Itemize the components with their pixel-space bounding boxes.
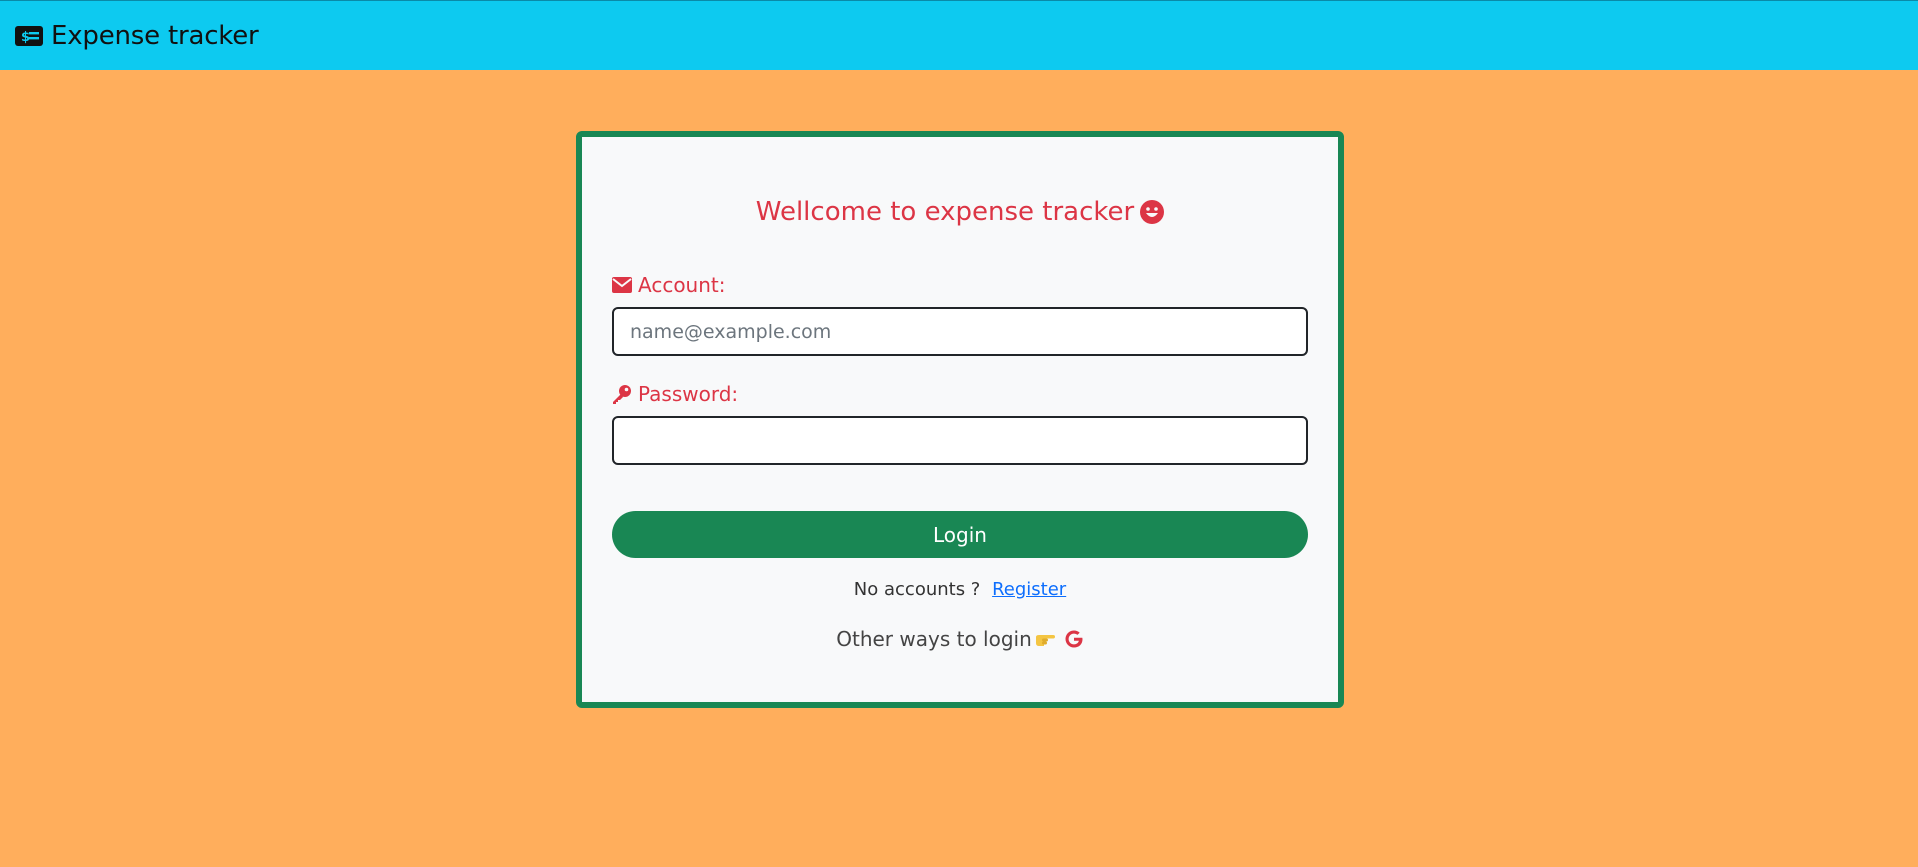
other-login-row: Other ways to login — [582, 627, 1338, 651]
brand[interactable]: $ Expense tracker — [15, 21, 259, 51]
envelope-icon — [612, 277, 632, 293]
card-title: Wellcome to expense tracker — [755, 197, 1135, 227]
account-input[interactable] — [612, 307, 1308, 356]
password-label: Password: — [612, 382, 738, 406]
svg-text:$: $ — [21, 30, 30, 45]
money-bill-icon: $ — [15, 25, 43, 46]
google-icon[interactable] — [1064, 629, 1084, 649]
password-label-text: Password: — [638, 382, 739, 406]
other-ways-text: Other ways to login — [836, 627, 1032, 651]
register-row: No accounts ? Register — [582, 579, 1338, 600]
account-label: Account: — [612, 273, 726, 297]
login-button[interactable]: Login — [612, 511, 1308, 558]
card-title-row: Wellcome to expense tracker — [582, 197, 1338, 227]
password-input[interactable] — [612, 416, 1308, 465]
key-icon — [613, 385, 631, 404]
account-label-text: Account: — [638, 273, 726, 297]
brand-title: Expense tracker — [51, 20, 259, 51]
register-prompt: No accounts ? — [853, 579, 981, 600]
smile-icon — [1140, 200, 1165, 224]
login-card: Wellcome to expense tracker Account: Pas… — [576, 131, 1344, 708]
register-link[interactable]: Register — [992, 579, 1066, 600]
pointing-hand-icon — [1035, 635, 1055, 646]
navbar: $ Expense tracker — [0, 0, 1918, 70]
